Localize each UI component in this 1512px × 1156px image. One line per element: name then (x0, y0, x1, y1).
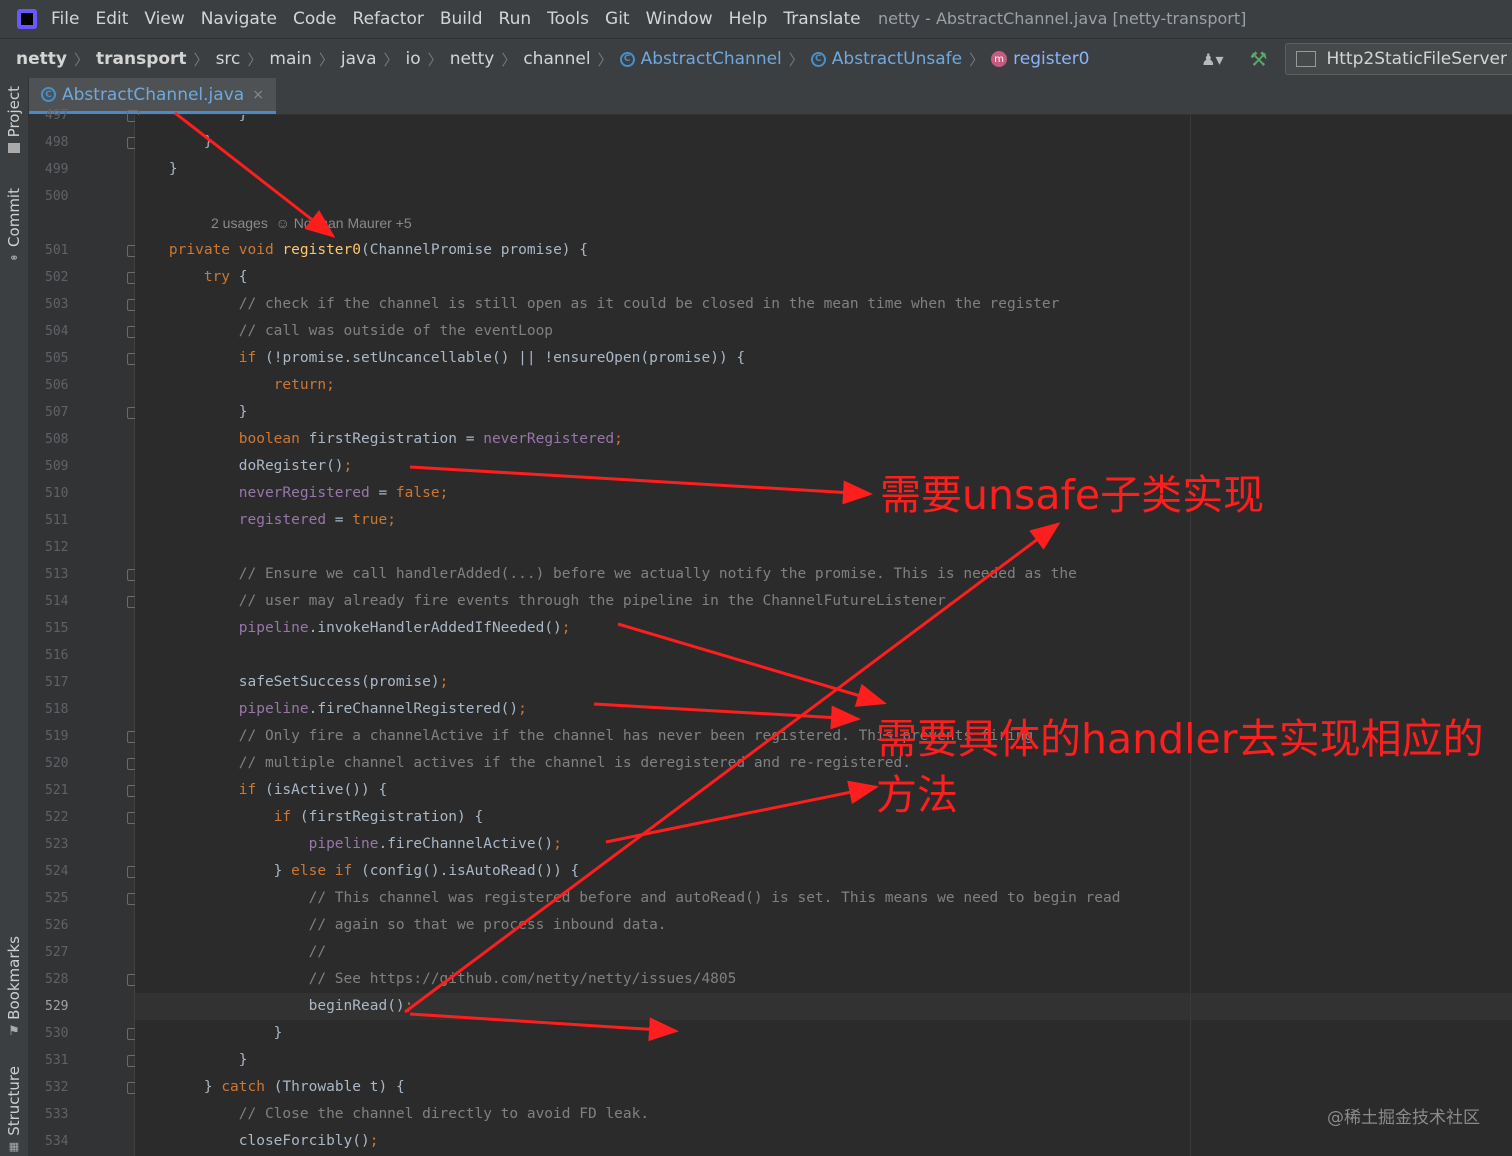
arrow-doRegister (409, 465, 873, 505)
arrow-invokeHandlerAdded (617, 622, 887, 707)
arrow-beginRead-right (409, 1012, 679, 1042)
annotation-arrows (174, 111, 1061, 1042)
annotation-handler-line1: 需要具体的handler去实现相应的 (876, 715, 1484, 763)
watermark: @稀土掘金技术社区 (1327, 1108, 1480, 1128)
arrow-to-register0 (174, 111, 336, 238)
arrow-fireChannelActive (605, 780, 879, 844)
annotation-handler-line2: 方法 (876, 771, 958, 819)
annotation-unsafe: 需要unsafe子类实现 (880, 471, 1265, 519)
arrow-beginRead-up (404, 522, 1061, 1014)
arrow-fireChannelRegistered (593, 702, 861, 730)
